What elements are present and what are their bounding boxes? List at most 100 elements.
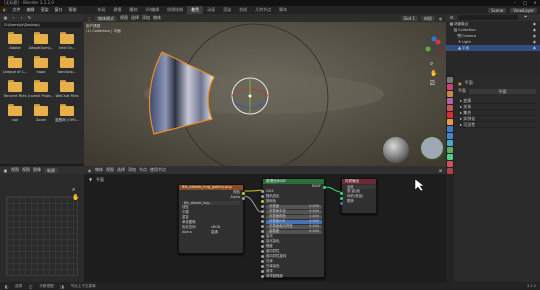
bsdf-input-socket[interactable] bbox=[261, 245, 264, 248]
bsdf-input-socket[interactable] bbox=[261, 220, 264, 223]
refresh-icon[interactable]: ↻ bbox=[27, 15, 32, 20]
tab-sculpting[interactable]: 雕刻 bbox=[126, 6, 142, 14]
bsdf-input-socket[interactable] bbox=[261, 230, 264, 233]
properties-section[interactable]: ▸ 可见性 bbox=[458, 122, 536, 128]
tab-geometry-nodes[interactable]: 几何节点 bbox=[251, 6, 275, 14]
bsdf-input-socket[interactable] bbox=[261, 265, 264, 268]
tab-rendering[interactable]: 渲染 bbox=[219, 6, 235, 14]
tool-tab-icon[interactable] bbox=[447, 77, 453, 83]
image-editor-icon[interactable]: ▣ bbox=[3, 168, 8, 173]
image-new-button[interactable]: 新建 bbox=[44, 167, 58, 173]
menu-render[interactable]: 渲染 bbox=[38, 6, 52, 14]
file-item[interactable]: hapa bbox=[28, 56, 54, 74]
scene-selector[interactable]: Scene bbox=[488, 7, 507, 13]
tab-texture-paint[interactable]: 纹理绘制 bbox=[163, 6, 187, 14]
viewport-shading-icon[interactable]: ◍ bbox=[438, 16, 443, 21]
bsdf-input-socket[interactable] bbox=[261, 190, 264, 193]
bsdf-input-socket[interactable] bbox=[261, 200, 264, 203]
image-menu-image[interactable]: 图像 bbox=[33, 167, 41, 173]
viewport-menu-add[interactable]: 添加 bbox=[142, 15, 150, 21]
texture-tab-icon[interactable] bbox=[447, 168, 453, 174]
modifier-tab-icon[interactable] bbox=[447, 126, 453, 132]
bsdf-input-socket[interactable] bbox=[261, 260, 264, 263]
tab-uv-editing[interactable]: UV编辑 bbox=[142, 6, 164, 14]
image-name-field[interactable]: Bfs_albedo_img... bbox=[182, 200, 240, 205]
scene-tab-icon[interactable] bbox=[447, 105, 453, 111]
output-target-dropdown[interactable]: 全部 bbox=[345, 184, 375, 189]
bsdf-input-row[interactable]: 清漆粗糙度 bbox=[261, 274, 324, 279]
file-item[interactable]: Tencent Files bbox=[2, 80, 28, 98]
world-tab-icon[interactable] bbox=[447, 112, 453, 118]
image-canvas[interactable] bbox=[6, 196, 78, 276]
shader-node-editor[interactable]: ◈ 物体 视图 选择 添加 节点 使用节点 ⊞ ▼ 平面 Bfs_albedo_… bbox=[84, 166, 446, 282]
file-item[interactable]: bandizip... bbox=[54, 56, 80, 74]
viewport-editor-icon[interactable]: ⬚ bbox=[87, 16, 92, 21]
viewport-menu-select[interactable]: 选择 bbox=[131, 15, 139, 21]
file-item[interactable]: Intel Gr... bbox=[54, 32, 80, 50]
bsdf-input-socket[interactable] bbox=[261, 275, 264, 278]
material-tab-icon[interactable] bbox=[447, 161, 453, 167]
file-item[interactable]: Zoom bbox=[28, 104, 54, 123]
physics-tab-icon[interactable] bbox=[447, 140, 453, 146]
material-dropdown[interactable]: 材质 bbox=[421, 15, 435, 21]
object-tab-icon[interactable] bbox=[447, 119, 453, 125]
image-menu-view[interactable]: 视图 bbox=[11, 167, 19, 173]
mode-dropdown[interactable]: 物体模式 bbox=[95, 15, 117, 21]
outliner-item[interactable]: ▲平面 ◉ bbox=[446, 45, 540, 51]
file-item[interactable]: League of L... bbox=[2, 56, 28, 74]
bsdf-input-socket[interactable] bbox=[261, 235, 264, 238]
tab-modeling[interactable]: 建模 bbox=[110, 6, 126, 14]
bsdf-input-socket[interactable] bbox=[261, 215, 264, 218]
outliner-icon[interactable]: ☰ bbox=[449, 15, 454, 20]
path-field[interactable]: D:\Users\kk\Desktop\ bbox=[2, 22, 82, 28]
data-tab-icon[interactable] bbox=[447, 154, 453, 160]
bsdf-input-socket[interactable] bbox=[261, 250, 264, 253]
menu-edit[interactable]: 编辑 bbox=[24, 6, 38, 14]
principled-bsdf-node[interactable]: 原理化BSDF BSDF GGX 随机游走 基础色 次表面 0.000 次表面半径 0.00… bbox=[261, 178, 326, 279]
file-item[interactable]: nplr bbox=[2, 104, 28, 123]
constraints-tab-icon[interactable] bbox=[447, 147, 453, 153]
filter-icon[interactable]: ⏷ bbox=[524, 14, 527, 19]
visibility-eye-icon[interactable]: ◉ bbox=[533, 45, 536, 51]
tab-scripting[interactable]: 脚本 bbox=[275, 6, 291, 14]
tab-layout[interactable]: 布局 bbox=[94, 6, 110, 14]
shading-slot[interactable]: Slot 1 bbox=[400, 15, 418, 21]
bsdf-input-socket[interactable] bbox=[261, 195, 264, 198]
viewport-3d[interactable]: ⬚ 物体模式 视图 选择 添加 物体 Slot 1 材质 ◍ 用户透视 (1) … bbox=[84, 14, 446, 166]
menu-help[interactable]: 帮助 bbox=[66, 6, 80, 14]
file-item[interactable]: Juvenil Proje... bbox=[28, 80, 54, 98]
tab-shading[interactable]: 着色 bbox=[187, 6, 204, 14]
file-browser-icon[interactable]: ▦ bbox=[3, 15, 8, 20]
zoom-viewport-icon[interactable]: ⌕ bbox=[430, 60, 438, 68]
tab-compositing[interactable]: 合成 bbox=[235, 6, 251, 14]
render-tab-icon[interactable] bbox=[447, 84, 453, 90]
viewport-menu-object[interactable]: 物体 bbox=[153, 15, 161, 21]
output-tab-icon[interactable] bbox=[447, 91, 453, 97]
menu-file[interactable]: 文件 bbox=[10, 6, 24, 14]
displacement-input-socket[interactable] bbox=[340, 202, 343, 205]
material-output-node[interactable]: 材质输出 全部 表(曲)面 体积(音量) 置换 bbox=[340, 178, 377, 214]
menu-window[interactable]: 窗口 bbox=[52, 6, 66, 14]
file-item[interactable]: Adobe bbox=[2, 32, 28, 50]
viewport-menu-view[interactable]: 视图 bbox=[120, 15, 128, 21]
file-item[interactable]: WeChat Files bbox=[54, 80, 80, 98]
blender-logo-icon[interactable]: ◐ bbox=[0, 6, 10, 14]
view-layer-tab-icon[interactable] bbox=[447, 98, 453, 104]
image-menu-view2[interactable]: 视图 bbox=[22, 167, 30, 173]
bsdf-input-socket[interactable] bbox=[261, 240, 264, 243]
zoom-icon[interactable]: ⌕ bbox=[72, 186, 80, 194]
outliner-search-input[interactable] bbox=[458, 15, 518, 20]
pan-viewport-icon[interactable]: ✋ bbox=[430, 70, 438, 78]
alpha-value[interactable]: 直通 bbox=[211, 230, 218, 235]
tab-animation[interactable]: 动画 bbox=[203, 6, 219, 14]
bsdf-input-socket[interactable] bbox=[261, 205, 264, 208]
bsdf-input-socket[interactable] bbox=[261, 210, 264, 213]
camera-view-icon[interactable]: ⎚ bbox=[430, 80, 438, 88]
bsdf-input-socket[interactable] bbox=[261, 225, 264, 228]
navigation-gizmo-icon[interactable] bbox=[424, 36, 444, 58]
file-item[interactable]: 蓝叠网 (Offli... bbox=[54, 104, 80, 123]
file-item[interactable]: AdoptOpenJ... bbox=[28, 32, 54, 50]
bsdf-input-socket[interactable] bbox=[261, 255, 264, 258]
bsdf-input-socket[interactable] bbox=[261, 270, 264, 273]
forward-arrow-icon[interactable]: › bbox=[19, 15, 24, 20]
